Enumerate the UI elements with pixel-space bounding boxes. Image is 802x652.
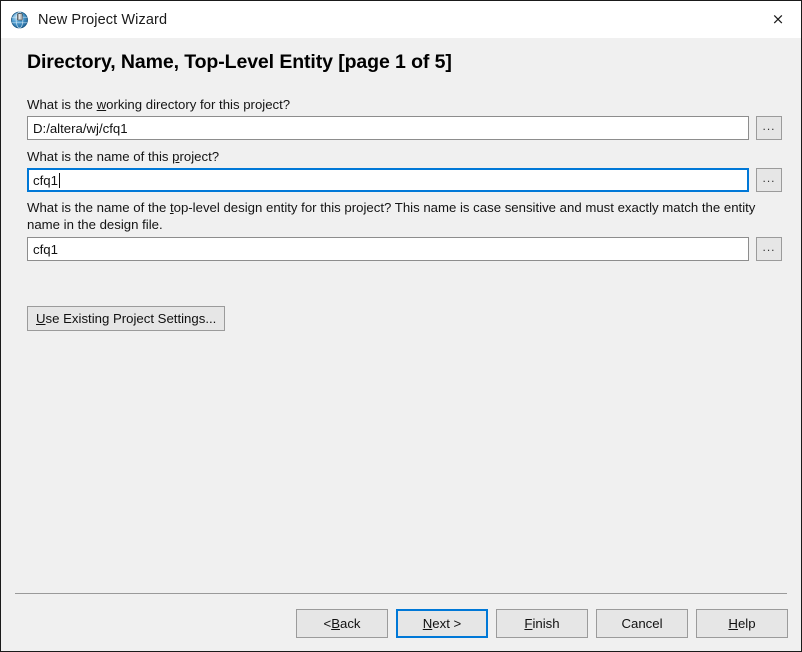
use-existing-project-settings-button[interactable]: Use Existing Project Settings... — [27, 306, 226, 331]
footer-button-bar: < Back Next > Finish Cancel Help — [1, 609, 801, 651]
next-button[interactable]: Next > — [396, 609, 488, 638]
project-name-row: cfq1 ... — [27, 168, 782, 192]
project-name-label: What is the name of this project? — [27, 149, 220, 164]
finish-button[interactable]: Finish — [496, 609, 588, 638]
working-directory-label: What is the working directory for this p… — [27, 97, 291, 112]
globe-icon — [10, 10, 30, 30]
page-title: Directory, Name, Top-Level Entity [page … — [27, 51, 452, 73]
project-name-browse-button[interactable]: ... — [756, 168, 782, 192]
window-title: New Project Wizard — [38, 11, 168, 28]
working-directory-browse-button[interactable]: ... — [756, 116, 782, 140]
close-icon: × — [771, 10, 785, 28]
top-level-entity-browse-button[interactable]: ... — [756, 237, 782, 261]
top-level-entity-label: What is the name of the top-level design… — [27, 200, 756, 232]
footer-separator — [15, 593, 787, 594]
new-project-wizard-dialog: New Project Wizard × Directory, Name, To… — [0, 0, 802, 652]
working-directory-input[interactable]: D:/altera/wj/cfq1 — [27, 116, 749, 140]
dialog-content: Directory, Name, Top-Level Entity [page … — [1, 38, 801, 651]
cancel-button[interactable]: Cancel — [596, 609, 688, 638]
text-caret — [58, 172, 60, 188]
back-button[interactable]: < Back — [296, 609, 388, 638]
top-level-entity-input[interactable]: cfq1 — [27, 237, 749, 261]
close-button[interactable]: × — [755, 1, 801, 38]
top-level-entity-row: cfq1 ... — [27, 237, 782, 261]
title-bar: New Project Wizard × — [1, 1, 801, 38]
project-name-input[interactable]: cfq1 — [27, 168, 749, 192]
working-directory-row: D:/altera/wj/cfq1 ... — [27, 116, 782, 140]
help-button[interactable]: Help — [696, 609, 788, 638]
